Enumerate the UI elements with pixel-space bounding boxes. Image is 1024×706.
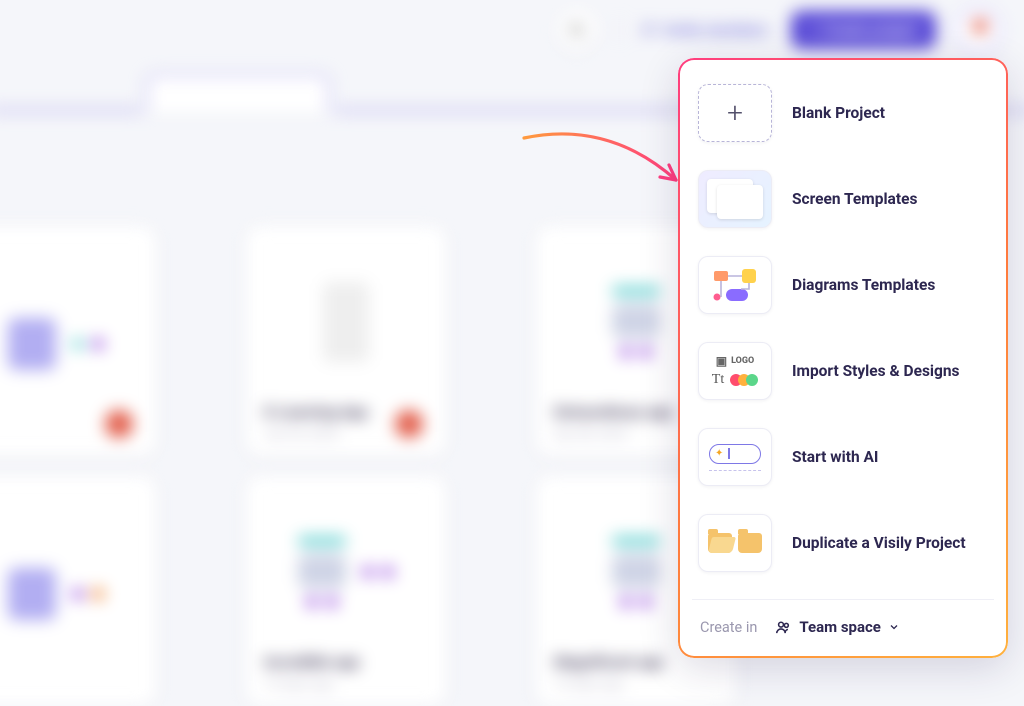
menu-option-label: Screen Templates bbox=[792, 190, 917, 208]
menu-option-blank-project[interactable]: + Blank Project bbox=[692, 70, 994, 156]
invite-members-label: Invite members bbox=[664, 21, 769, 39]
project-title: Incredible app bbox=[264, 653, 428, 671]
chevron-down-icon bbox=[888, 621, 900, 633]
status-badge bbox=[395, 410, 423, 438]
duplicate-project-tile bbox=[698, 514, 772, 572]
create-project-menu: + Blank Project Screen Templates Diagram… bbox=[678, 58, 1008, 658]
project-date: 15 days ago bbox=[554, 677, 718, 692]
blank-project-tile: + bbox=[698, 84, 772, 142]
people-icon bbox=[775, 619, 792, 636]
menu-option-diagrams-templates[interactable]: Diagrams Templates bbox=[692, 242, 994, 328]
camera-icon: ▣ bbox=[716, 354, 727, 368]
plus-icon: + bbox=[809, 21, 817, 39]
menu-option-duplicate-project[interactable]: Duplicate a Visily Project bbox=[692, 500, 994, 586]
topbar: Invite members + Create project bbox=[0, 0, 1024, 60]
sparkle-icon: ✦ bbox=[715, 448, 723, 459]
search-icon bbox=[568, 21, 586, 39]
project-date: 15 days ago bbox=[264, 677, 428, 692]
folder-open-icon bbox=[708, 533, 732, 553]
invite-members-link[interactable]: Invite members bbox=[642, 21, 769, 39]
color-swatches bbox=[730, 374, 758, 386]
menu-option-start-with-ai[interactable]: ✦ Start with AI bbox=[692, 414, 994, 500]
menu-option-screen-templates[interactable]: Screen Templates bbox=[692, 156, 994, 242]
create-project-button[interactable]: + Create project bbox=[791, 11, 936, 49]
menu-footer: Create in Team space bbox=[692, 599, 994, 656]
user-plus-icon bbox=[642, 22, 658, 38]
menu-option-label: Import Styles & Designs bbox=[792, 362, 960, 380]
plus-icon: + bbox=[727, 99, 743, 127]
diagrams-templates-tile bbox=[698, 256, 772, 314]
start-with-ai-tile: ✦ bbox=[698, 428, 772, 486]
space-label: Team space bbox=[799, 618, 881, 636]
menu-option-label: Start with AI bbox=[792, 448, 878, 466]
project-card[interactable]: Incredible app 15 days ago bbox=[246, 476, 446, 706]
typography-icon: Tt bbox=[712, 372, 724, 388]
menu-option-import-styles[interactable]: ▣ LOGO Tt Import Styles & Designs bbox=[692, 328, 994, 414]
project-card[interactable] bbox=[0, 476, 156, 706]
screen-templates-tile bbox=[698, 170, 772, 228]
space-selector[interactable]: Team space bbox=[775, 618, 900, 636]
folder-icon bbox=[738, 533, 762, 553]
menu-option-label: Duplicate a Visily Project bbox=[792, 534, 966, 552]
logo-text: LOGO bbox=[731, 356, 754, 366]
import-styles-tile: ▣ LOGO Tt bbox=[698, 342, 772, 400]
create-in-label: Create in bbox=[700, 619, 757, 636]
avatar[interactable] bbox=[958, 10, 998, 50]
menu-option-label: Diagrams Templates bbox=[792, 276, 935, 294]
create-project-label: Create project bbox=[823, 21, 918, 39]
divider bbox=[619, 16, 620, 44]
tab-active[interactable] bbox=[146, 74, 330, 112]
flowchart-icon bbox=[712, 267, 758, 303]
ai-input-pill-icon: ✦ bbox=[709, 444, 761, 464]
search-button[interactable] bbox=[557, 10, 597, 50]
status-badge bbox=[105, 410, 133, 438]
menu-option-label: Blank Project bbox=[792, 104, 885, 122]
